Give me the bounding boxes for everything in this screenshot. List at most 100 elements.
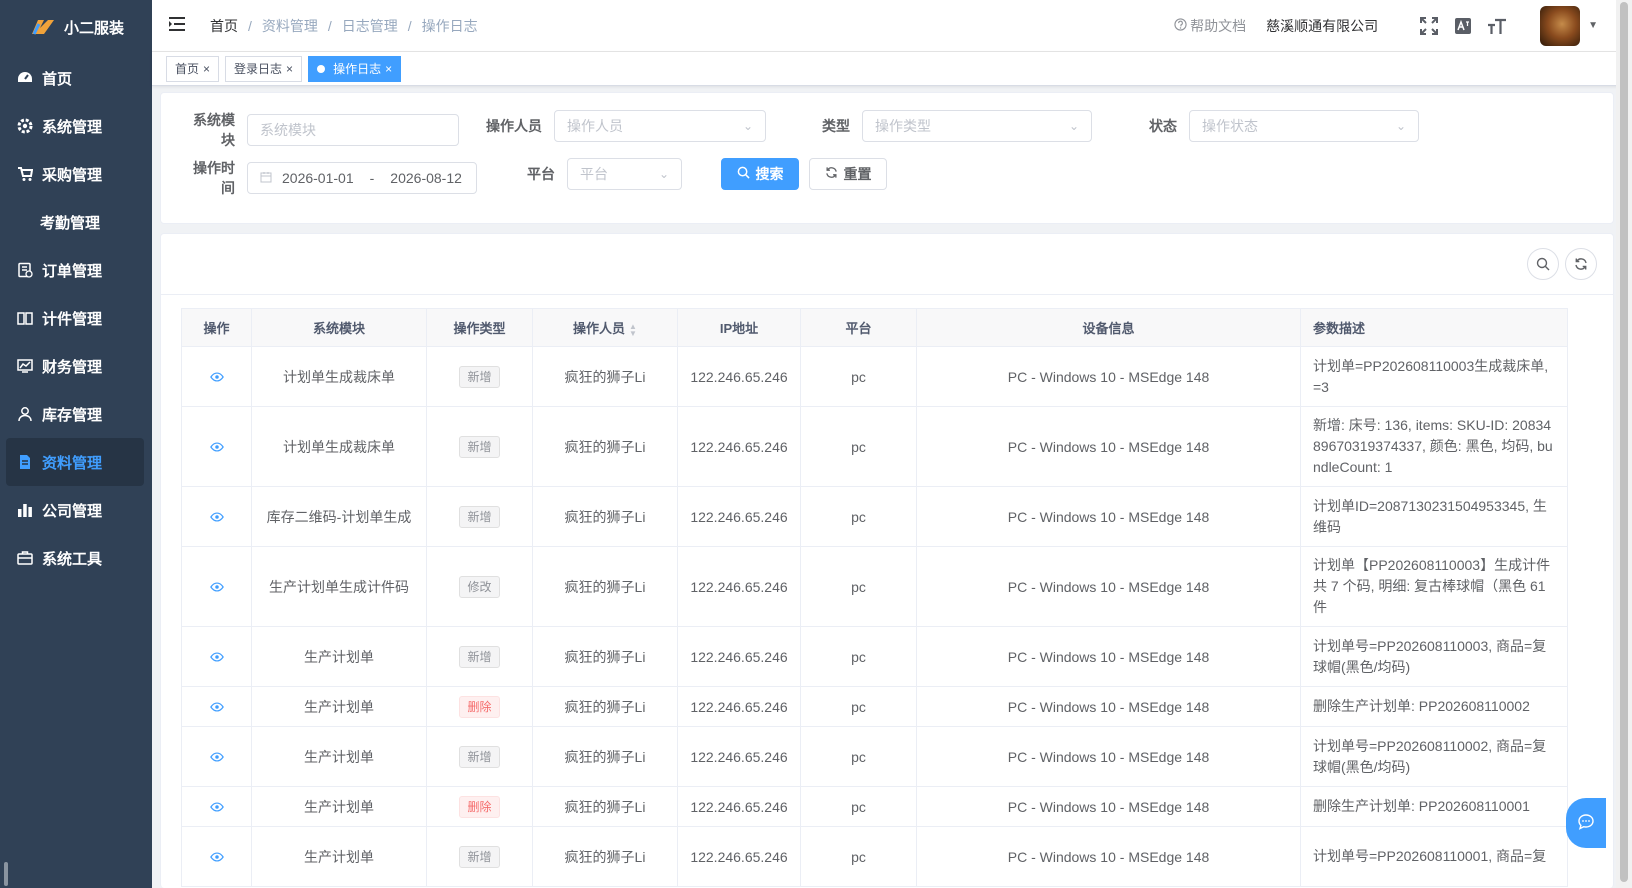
eye-icon[interactable] [209,371,224,382]
order-icon [16,261,34,279]
sidebar-item-orders[interactable]: 订单管理 [0,246,152,294]
col-header-operator[interactable]: 操作人员 ▲ ▼ [532,308,678,347]
tag-home[interactable]: 首页 × [166,55,220,82]
ip-cell: 122.246.65.246 [677,626,801,687]
page-scrollbar[interactable] [1616,0,1632,888]
module-input[interactable]: 系统模块 [247,114,459,146]
search-button[interactable]: 搜索 [721,158,799,190]
sidebar-item-data[interactable]: 资料管理 [6,438,144,486]
toggle-search-button[interactable] [1527,248,1559,280]
eye-icon[interactable] [209,851,224,862]
help-doc-link[interactable]: 帮助文档 [1174,16,1246,36]
eye-icon[interactable] [209,581,224,592]
sidebar-item-inventory[interactable]: 库存管理 [0,390,152,438]
main-content: 系统模块 系统模块 操作人员 操作人员 ⌄ 类型 操作类型 ⌄ 状态 操作状态 … [152,86,1616,888]
sidebar-item-company[interactable]: 公司管理 [0,486,152,534]
sidebar-item-home[interactable]: 首页 [0,54,152,102]
close-icon[interactable]: × [286,62,293,76]
table-header-row: 操作 系统模块 操作类型 操作人员 ▲ ▼ IP地址 平台 设备信息 参数描述 [181,308,1568,347]
sidebar-item-purchase[interactable]: 采购管理 [0,150,152,198]
status-label: 状态 [1149,118,1177,134]
sidebar-item-system[interactable]: 系统管理 [0,102,152,150]
date-separator: - [369,170,375,186]
type-select[interactable]: 操作类型 ⌄ [862,110,1092,142]
eye-icon[interactable] [209,441,224,452]
status-select[interactable]: 操作状态 ⌄ [1189,110,1419,142]
type-badge: 新增 [459,365,500,388]
translate-icon[interactable] [1452,15,1474,37]
operator-cell: 疯狂的狮子Li [532,826,678,887]
sidebar-item-label: 系统管理 [42,118,103,136]
bar-chart-icon [16,501,34,519]
desc-cell: 计划单号=PP202608110003, 商品=复球帽(黑色/均码) [1300,626,1568,687]
platform-select[interactable]: 平台 ⌄ [567,158,682,190]
logo[interactable]: 小二服装 [0,0,152,54]
eye-icon[interactable] [209,511,224,522]
table-row: 库存二维码-计划单生成 新增 疯狂的狮子Li 122.246.65.246 pc PC -… [181,486,1568,547]
status-placeholder: 操作状态 [1202,118,1258,134]
chat-button[interactable] [1566,798,1606,848]
refresh-table-button[interactable] [1565,248,1597,280]
sidebar-item-label: 订单管理 [42,262,103,280]
company-name[interactable]: 慈溪顺通有限公司 [1266,16,1378,36]
operator-cell: 疯狂的狮子Li [532,626,678,687]
sidebar-scrollbar[interactable] [4,862,8,886]
sidebar-item-piecework[interactable]: 计件管理 [0,294,152,342]
eye-icon[interactable] [209,751,224,762]
desc-cell: 删除生产计划单: PP202608110002 [1300,686,1568,727]
reset-button[interactable]: 重置 [809,158,887,190]
fullscreen-icon[interactable] [1418,15,1440,37]
device-cell: PC - Windows 10 - MSEdge 148 [916,546,1301,627]
operator-cell: 疯狂的狮子Li [532,546,678,627]
toolbar-divider [161,294,1613,295]
ip-cell: 122.246.65.246 [677,406,801,487]
table-body: 计划单生成裁床单 新增 疯狂的狮子Li 122.246.65.246 pc PC - Wi… [181,346,1568,887]
device-cell: PC - Windows 10 - MSEdge 148 [916,406,1301,487]
date-start[interactable]: 2026-01-01 [282,170,354,186]
type-cell: 删除 [426,686,533,727]
breadcrumb-item-data: 资料管理 [261,17,318,34]
hamburger-icon[interactable] [168,16,188,35]
font-size-icon[interactable] [1486,15,1508,37]
type-cell: 新增 [426,726,533,787]
eye-icon[interactable] [209,701,224,712]
chevron-down-icon[interactable]: ▼ [1588,20,1598,31]
field-platform: 平台 平台 ⌄ [521,158,682,190]
sidebar-item-label: 采购管理 [42,166,103,184]
page-scrollbar-thumb[interactable] [1620,2,1628,882]
breadcrumb-item-home[interactable]: 首页 [210,16,238,36]
sidebar-item-tools[interactable]: 系统工具 [0,534,152,582]
device-cell: PC - Windows 10 - MSEdge 148 [916,626,1301,687]
module-cell: 库存二维码-计划单生成 [251,486,427,547]
breadcrumb-item-log: 日志管理 [341,17,398,34]
type-badge: 修改 [459,575,500,598]
action-cell [181,626,252,687]
sidebar-item-finance[interactable]: 财务管理 [0,342,152,390]
close-icon[interactable]: × [385,62,392,76]
sidebar-item-attendance[interactable]: 考勤管理 [0,198,152,246]
tag-login-log[interactable]: 登录日志 × [225,55,303,82]
sort-icon[interactable]: ▲ ▼ [629,322,637,337]
module-cell: 生产计划单 [251,726,427,787]
table-row: 生产计划单 新增 疯狂的狮子Li 122.246.65.246 pc PC - Windo… [181,826,1568,887]
table-row: 生产计划单生成计件码 修改 疯狂的狮子Li 122.246.65.246 pc PC - … [181,546,1568,627]
date-range-picker[interactable]: 2026-01-01 - 2026-08-12 [247,162,477,194]
type-badge: 新增 [459,845,500,868]
eye-icon[interactable] [209,801,224,812]
close-icon[interactable]: × [203,62,210,76]
ip-cell: 122.246.65.246 [677,786,801,827]
type-badge: 新增 [459,435,500,458]
logo-mark-icon [30,18,56,36]
tag-operation-log[interactable]: 操作日志 × [308,55,402,82]
avatar[interactable] [1540,5,1581,46]
eye-icon[interactable] [209,651,224,662]
date-end[interactable]: 2026-08-12 [390,170,462,186]
toolbox-icon [16,549,34,567]
operator-select[interactable]: 操作人员 ⌄ [554,110,766,142]
col-header-device: 设备信息 [916,308,1301,347]
type-badge: 删除 [459,795,500,818]
field-type: 类型 操作类型 ⌄ [816,110,1092,142]
platform-cell: pc [800,826,917,887]
question-icon [1174,17,1187,34]
refresh-icon [825,166,838,182]
